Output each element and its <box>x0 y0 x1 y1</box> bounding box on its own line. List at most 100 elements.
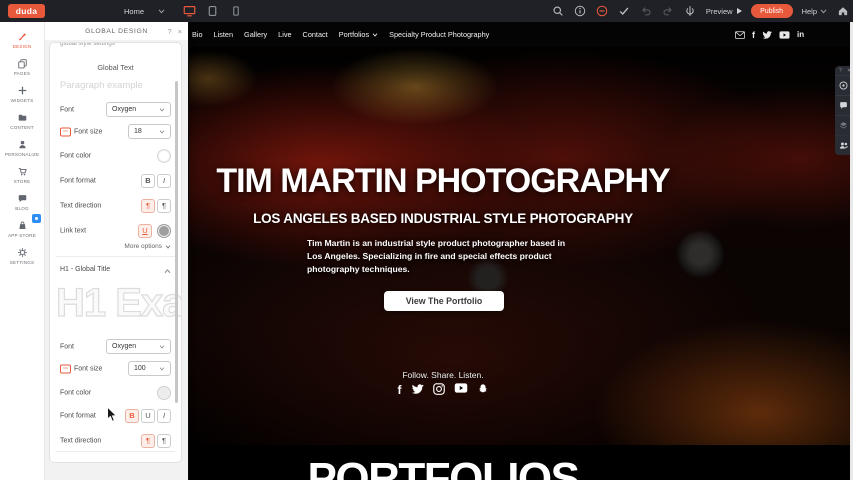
link-text-label: Link text <box>60 227 86 234</box>
duda-logo[interactable]: duda <box>8 4 45 18</box>
facebook-icon[interactable]: f <box>398 383 402 397</box>
nav-item-listen[interactable]: Listen <box>214 30 233 39</box>
linkedin-icon[interactable]: in <box>797 30 804 39</box>
cart-icon <box>17 166 28 177</box>
sidebar-item-pages[interactable]: PAGES <box>0 53 44 80</box>
sidebar-item-design[interactable]: DESIGN <box>0 26 44 53</box>
tablet-view-button[interactable] <box>201 0 224 22</box>
h1-font-color-swatch[interactable] <box>157 386 171 400</box>
save-check-button[interactable] <box>618 5 631 18</box>
facebook-icon[interactable]: f <box>752 30 755 40</box>
view-portfolio-button[interactable]: View The Portfolio <box>384 291 504 311</box>
nav-item-bio[interactable]: Bio <box>192 30 203 39</box>
link-color-swatch[interactable] <box>157 224 171 238</box>
twitter-icon[interactable] <box>411 383 424 394</box>
h1-ltr-direction-button[interactable]: ¶ <box>141 434 155 448</box>
font-color-label: Font color <box>60 389 91 396</box>
chevron-down-icon <box>159 130 165 134</box>
h1-bold-button[interactable]: B <box>125 409 139 423</box>
widget-help-button[interactable]: ? <box>839 68 842 74</box>
nav-item-contact[interactable]: Contact <box>303 30 328 39</box>
hero-description[interactable]: Tim Martin is an industrial style produc… <box>307 237 575 276</box>
panel-scrollbar[interactable] <box>175 81 179 403</box>
sidebar-item-settings[interactable]: SETTINGS <box>0 242 44 269</box>
font-color-label: Font color <box>60 152 91 159</box>
sidebar-item-label: DESIGN <box>13 44 32 49</box>
section-divider <box>56 451 175 452</box>
redo-button[interactable] <box>662 5 675 18</box>
h1-underline-button[interactable]: U <box>141 409 155 423</box>
youtube-icon[interactable] <box>454 383 468 393</box>
h1-font-select[interactable]: Oxygen <box>106 339 171 354</box>
bold-button[interactable]: B <box>141 174 155 188</box>
account-status-button[interactable] <box>596 5 609 18</box>
paragraph-example-preview: Paragraph example <box>60 80 143 91</box>
layers-icon <box>839 121 848 130</box>
link-underline-button[interactable]: U <box>138 224 152 238</box>
sidebar-item-label: SETTINGS <box>10 260 35 265</box>
dashboard-home-button[interactable] <box>836 5 849 18</box>
search-button[interactable] <box>552 5 565 18</box>
dev-mode-button[interactable] <box>684 5 697 18</box>
nav-item-gallery[interactable]: Gallery <box>244 30 267 39</box>
sidebar-item-personalize[interactable]: PERSONALIZE <box>0 134 44 161</box>
app-store-notification-badge <box>32 214 41 223</box>
h1-example-preview: H1 Exa <box>56 281 182 329</box>
brush-icon <box>17 31 28 42</box>
publish-button[interactable]: Publish <box>751 4 793 18</box>
desktop-view-button[interactable] <box>178 0 201 22</box>
font-value: Oxygen <box>112 106 136 113</box>
sidebar-item-label: CONTENT <box>10 125 34 130</box>
tablet-icon <box>206 4 219 18</box>
scrolled-description-text: global style settings <box>60 42 115 47</box>
hero-subtitle[interactable]: LOS ANGELES BASED INDUSTRIAL STYLE PHOTO… <box>189 211 697 226</box>
font-size-select[interactable]: 18 <box>128 124 171 139</box>
email-icon[interactable] <box>735 31 745 39</box>
chevron-up-icon[interactable] <box>164 269 171 274</box>
desktop-icon <box>182 4 197 18</box>
dev-mode-icon <box>684 5 696 17</box>
rtl-direction-button[interactable]: ¶ <box>157 199 171 213</box>
preview-button[interactable]: Preview <box>706 7 742 16</box>
sidebar-item-label: BLOG <box>15 206 29 211</box>
instagram-icon[interactable] <box>433 383 445 395</box>
twitter-icon[interactable] <box>762 30 772 39</box>
page-selector[interactable]: Home <box>124 0 165 22</box>
link-text-row: Link text U <box>60 223 171 238</box>
font-color-swatch[interactable] <box>157 149 171 163</box>
panel-help-button[interactable]: ? <box>167 27 171 36</box>
italic-button[interactable]: I <box>157 174 171 188</box>
sidebar-item-store[interactable]: STORE <box>0 161 44 188</box>
responsive-size-icon <box>60 127 71 136</box>
h1-font-size-select[interactable]: 100 <box>128 361 171 376</box>
h1-italic-button[interactable]: I <box>157 409 171 423</box>
responsive-size-icon <box>60 364 71 373</box>
sidebar-item-blog[interactable]: BLOG <box>0 188 44 215</box>
sidebar-item-widgets[interactable]: WIDGETS <box>0 80 44 107</box>
plus-icon <box>17 85 28 96</box>
info-button[interactable] <box>574 5 587 18</box>
snapchat-icon[interactable] <box>477 383 489 395</box>
more-options-label: More options <box>124 243 162 250</box>
nav-item-specialty[interactable]: Specialty Product Photography <box>389 30 489 39</box>
h1-rtl-direction-button[interactable]: ¶ <box>157 434 171 448</box>
site-preview-canvas[interactable]: Bio Listen Gallery Live Contact Portfoli… <box>189 22 853 480</box>
nav-item-portfolios[interactable]: Portfolios <box>339 30 378 39</box>
hero-title[interactable]: TIM MARTIN PHOTOGRAPHY <box>189 162 697 201</box>
youtube-icon[interactable] <box>779 31 790 39</box>
portfolios-section-title[interactable]: PORTFOLIOS <box>189 454 697 480</box>
ltr-direction-button[interactable]: ¶ <box>141 199 155 213</box>
mobile-view-button[interactable] <box>224 0 247 22</box>
font-select[interactable]: Oxygen <box>106 102 171 117</box>
help-menu[interactable]: Help <box>802 7 827 16</box>
undo-button[interactable] <box>640 5 653 18</box>
more-options-link[interactable]: More options <box>124 243 171 250</box>
app-store-icon <box>17 220 28 231</box>
panel-close-button[interactable]: × <box>178 27 182 36</box>
nav-social-icons: f in <box>735 22 804 47</box>
sidebar-item-app-store[interactable]: APP STORE <box>0 215 44 242</box>
nav-item-live[interactable]: Live <box>278 30 291 39</box>
font-format-label: Font format <box>60 412 96 419</box>
editor-sidebar: DESIGN PAGES WIDGETS CONTENT PERSONALIZE… <box>0 22 45 480</box>
sidebar-item-content[interactable]: CONTENT <box>0 107 44 134</box>
